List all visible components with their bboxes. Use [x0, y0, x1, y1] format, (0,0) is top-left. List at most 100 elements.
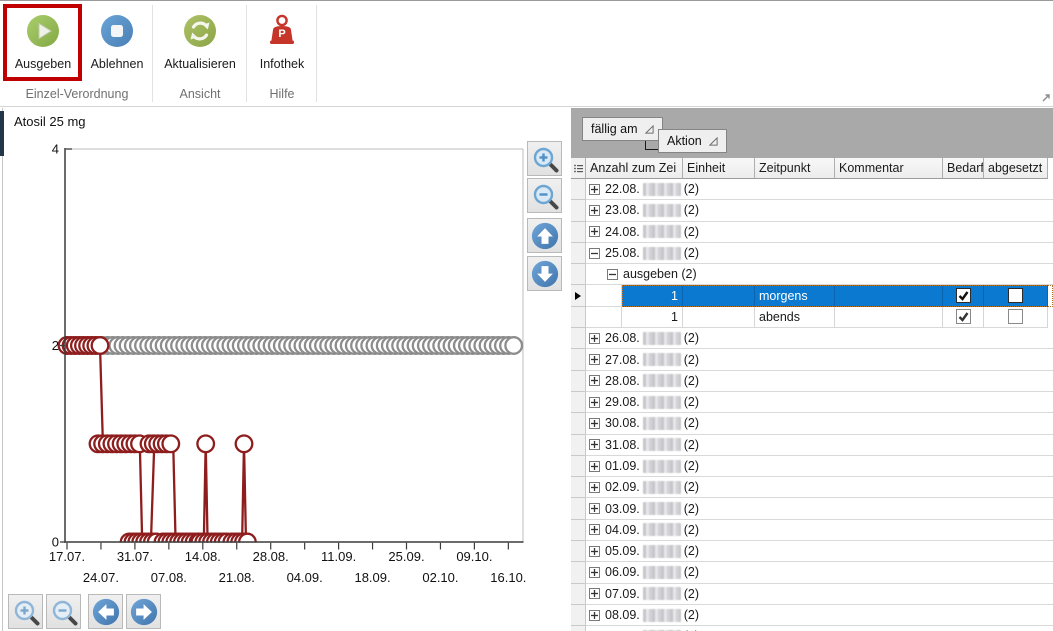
table-row-dose[interactable]: 1morgens [571, 285, 1053, 306]
expand-expander-icon[interactable] [589, 333, 600, 344]
redacted-text [643, 481, 681, 494]
collapse-expander-icon[interactable] [607, 269, 618, 280]
expand-expander-icon[interactable] [589, 546, 600, 557]
column-header-kommentar[interactable]: Kommentar [835, 158, 943, 179]
bedarf-checkbox[interactable] [956, 309, 971, 324]
table-row-day[interactable]: 02.09.(2) [571, 477, 1053, 498]
expand-expander-icon[interactable] [589, 397, 600, 408]
group-field-aktion[interactable]: Aktion [658, 129, 727, 153]
expand-expander-icon[interactable] [589, 205, 600, 216]
table-row-day[interactable]: 31.08.(2) [571, 435, 1053, 456]
chart-zoom-out-button[interactable] [527, 178, 562, 213]
expand-expander-icon[interactable] [589, 461, 600, 472]
abgesetzt-checkbox[interactable] [1008, 309, 1023, 324]
left-splitter[interactable] [2, 108, 3, 631]
expand-expander-icon[interactable] [589, 354, 600, 365]
group-field-faellig-am[interactable]: fällig am [582, 117, 663, 141]
expand-expander-icon[interactable] [589, 610, 600, 621]
row-header-cell[interactable] [571, 349, 586, 370]
xaxis-scroll-left-button[interactable] [88, 594, 123, 629]
table-row-day[interactable]: 30.08.(2) [571, 413, 1053, 434]
bedarf-checkbox[interactable] [956, 288, 971, 303]
schedule-panel: fällig am Aktion Anzahl zum ZeiEinheitZe… [571, 108, 1053, 631]
ausgeben-button[interactable]: Ausgeben [6, 7, 80, 81]
row-header-cell[interactable] [571, 179, 586, 200]
row-header-cell[interactable] [571, 562, 586, 583]
row-header-cell[interactable] [571, 520, 586, 541]
collapse-expander-icon[interactable] [589, 248, 600, 259]
aktualisieren-button[interactable]: Aktualisieren [156, 7, 244, 81]
chart-scroll-up-button[interactable] [527, 218, 562, 253]
expand-expander-icon[interactable] [589, 503, 600, 514]
column-header-bedarf[interactable]: Bedarf [943, 158, 984, 179]
row-header-cell[interactable] [571, 307, 586, 328]
table-row-day[interactable]: 09.09.(2) [571, 626, 1053, 631]
table-row-day[interactable]: 27.08.(2) [571, 349, 1053, 370]
row-header-cell[interactable] [571, 541, 586, 562]
table-row-dose[interactable]: 1abends [571, 307, 1053, 328]
table-row-day[interactable]: 03.09.(2) [571, 498, 1053, 519]
chart-title: Atosil 25 mg [14, 114, 86, 129]
row-header-cell[interactable] [571, 222, 586, 243]
dose-row-cells[interactable]: 1abends [622, 307, 1053, 328]
day-group-label: 28.08.(2) [605, 374, 699, 388]
abgesetzt-cell [984, 307, 1048, 328]
row-header-cell[interactable] [571, 626, 586, 631]
row-header-cell[interactable] [571, 243, 586, 264]
xaxis-scroll-right-button[interactable] [126, 594, 161, 629]
row-header-cell[interactable] [571, 264, 586, 285]
column-header-abgesetzt[interactable]: abgesetzt [984, 158, 1048, 179]
row-header-cell[interactable] [571, 498, 586, 519]
xaxis-zoom-in-button[interactable] [8, 594, 43, 629]
table-row-day[interactable]: 25.08.(2) [571, 243, 1053, 264]
row-header-cell[interactable] [571, 392, 586, 413]
expand-expander-icon[interactable] [589, 567, 600, 578]
ribbon-anchor-icon[interactable] [1041, 93, 1051, 103]
left-splitter-grip[interactable] [0, 111, 4, 156]
table-row-day[interactable]: 08.09.(2) [571, 605, 1053, 626]
infothek-button[interactable]: P Infothek [250, 7, 314, 81]
chart-zoom-in-button[interactable] [527, 141, 562, 176]
row-header-cell[interactable] [571, 328, 586, 349]
table-row-day[interactable]: 04.09.(2) [571, 520, 1053, 541]
column-header-einheit[interactable]: Einheit [683, 158, 755, 179]
column-header-anzahl-zum-zei[interactable]: Anzahl zum Zei [586, 158, 683, 179]
expand-expander-icon[interactable] [589, 482, 600, 493]
table-row-day[interactable]: 26.08.(2) [571, 328, 1053, 349]
column-header-zeitpunkt[interactable]: Zeitpunkt [755, 158, 835, 179]
expand-expander-icon[interactable] [589, 375, 600, 386]
selected-dose-row-cells[interactable]: 1morgens [622, 285, 1053, 306]
expand-expander-icon[interactable] [589, 184, 600, 195]
table-row-day[interactable]: 28.08.(2) [571, 371, 1053, 392]
table-row-day[interactable]: 23.08.(2) [571, 200, 1053, 221]
row-header-cell[interactable] [571, 456, 586, 477]
row-header-cell[interactable] [571, 200, 586, 221]
abgesetzt-checkbox[interactable] [1008, 288, 1023, 303]
row-header-cell[interactable] [571, 435, 586, 456]
chart-scroll-down-button[interactable] [527, 256, 562, 291]
xaxis-zoom-out-button[interactable] [46, 594, 81, 629]
ablehnen-button[interactable]: Ablehnen [84, 7, 150, 81]
indent-cell [586, 307, 622, 328]
expand-expander-icon[interactable] [589, 226, 600, 237]
expand-expander-icon[interactable] [589, 439, 600, 450]
table-row-day[interactable]: 01.09.(2) [571, 456, 1053, 477]
redacted-text [643, 438, 681, 451]
row-header-cell[interactable] [571, 413, 586, 434]
table-row-day[interactable]: 22.08.(2) [571, 179, 1053, 200]
expand-expander-icon[interactable] [589, 524, 600, 535]
row-header-cell[interactable] [571, 371, 586, 392]
table-row-day[interactable]: 29.08.(2) [571, 392, 1053, 413]
row-header-cell[interactable] [571, 605, 586, 626]
table-row-day[interactable]: 24.08.(2) [571, 222, 1053, 243]
row-header-cell[interactable] [571, 477, 586, 498]
expand-expander-icon[interactable] [589, 418, 600, 429]
table-row-day[interactable]: 05.09.(2) [571, 541, 1053, 562]
table-row-action-group[interactable]: ausgeben (2) [571, 264, 1053, 285]
expand-expander-icon[interactable] [589, 588, 600, 599]
table-row-day[interactable]: 07.09.(2) [571, 584, 1053, 605]
column-chooser-icon[interactable] [571, 158, 586, 179]
row-header-cell[interactable] [571, 584, 586, 605]
row-header-cell[interactable] [571, 285, 586, 306]
table-row-day[interactable]: 06.09.(2) [571, 562, 1053, 583]
